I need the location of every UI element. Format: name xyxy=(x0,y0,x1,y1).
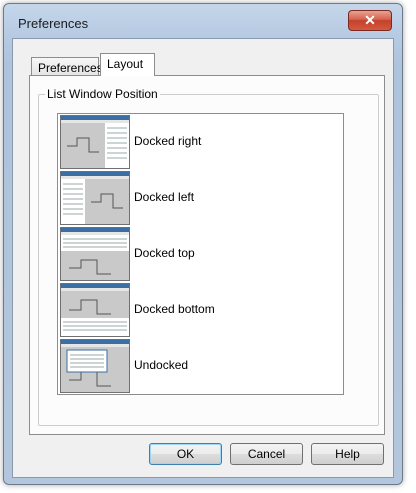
list-item-undocked[interactable]: Undocked xyxy=(58,338,343,394)
option-label: Docked left xyxy=(134,190,195,204)
list-item-docked-left[interactable]: Docked left xyxy=(58,170,343,226)
preferences-dialog: Preferences ✕ Preferences Layout List Wi… xyxy=(3,3,403,485)
undocked-thumbnail xyxy=(60,339,130,393)
option-label: Undocked xyxy=(134,358,189,372)
docked-top-thumbnail xyxy=(60,227,130,281)
list-item-docked-top[interactable]: Docked top xyxy=(58,226,343,282)
list-item-docked-bottom[interactable]: Docked bottom xyxy=(58,282,343,338)
option-label: Docked top xyxy=(134,246,195,260)
cancel-button[interactable]: Cancel xyxy=(230,443,303,465)
help-button[interactable]: Help xyxy=(311,443,384,465)
list-window-position-group: List Window Position Docked right Docked… xyxy=(38,87,379,426)
docked-left-thumbnail xyxy=(60,171,130,225)
close-icon: ✕ xyxy=(364,12,376,28)
group-label: List Window Position xyxy=(45,87,160,101)
option-label: Docked bottom xyxy=(134,302,215,316)
title-bar[interactable]: Preferences ✕ xyxy=(4,4,402,40)
docked-right-thumbnail xyxy=(60,115,130,169)
window-title: Preferences xyxy=(18,16,89,31)
close-button[interactable]: ✕ xyxy=(348,10,392,31)
tab-preferences[interactable]: Preferences xyxy=(31,57,103,77)
layout-options-list[interactable]: Docked right Docked left Docked top Dock… xyxy=(57,113,344,395)
docked-bottom-thumbnail xyxy=(60,283,130,337)
tab-label: Layout xyxy=(107,57,144,71)
tab-label: Preferences xyxy=(38,61,103,75)
layout-tab-panel: List Window Position Docked right Docked… xyxy=(29,75,385,435)
tab-layout[interactable]: Layout xyxy=(100,53,155,76)
list-item-docked-right[interactable]: Docked right xyxy=(58,114,343,170)
ok-button[interactable]: OK xyxy=(149,443,222,465)
option-label: Docked right xyxy=(134,134,202,148)
dialog-body: Preferences Layout List Window Position xyxy=(12,38,394,478)
